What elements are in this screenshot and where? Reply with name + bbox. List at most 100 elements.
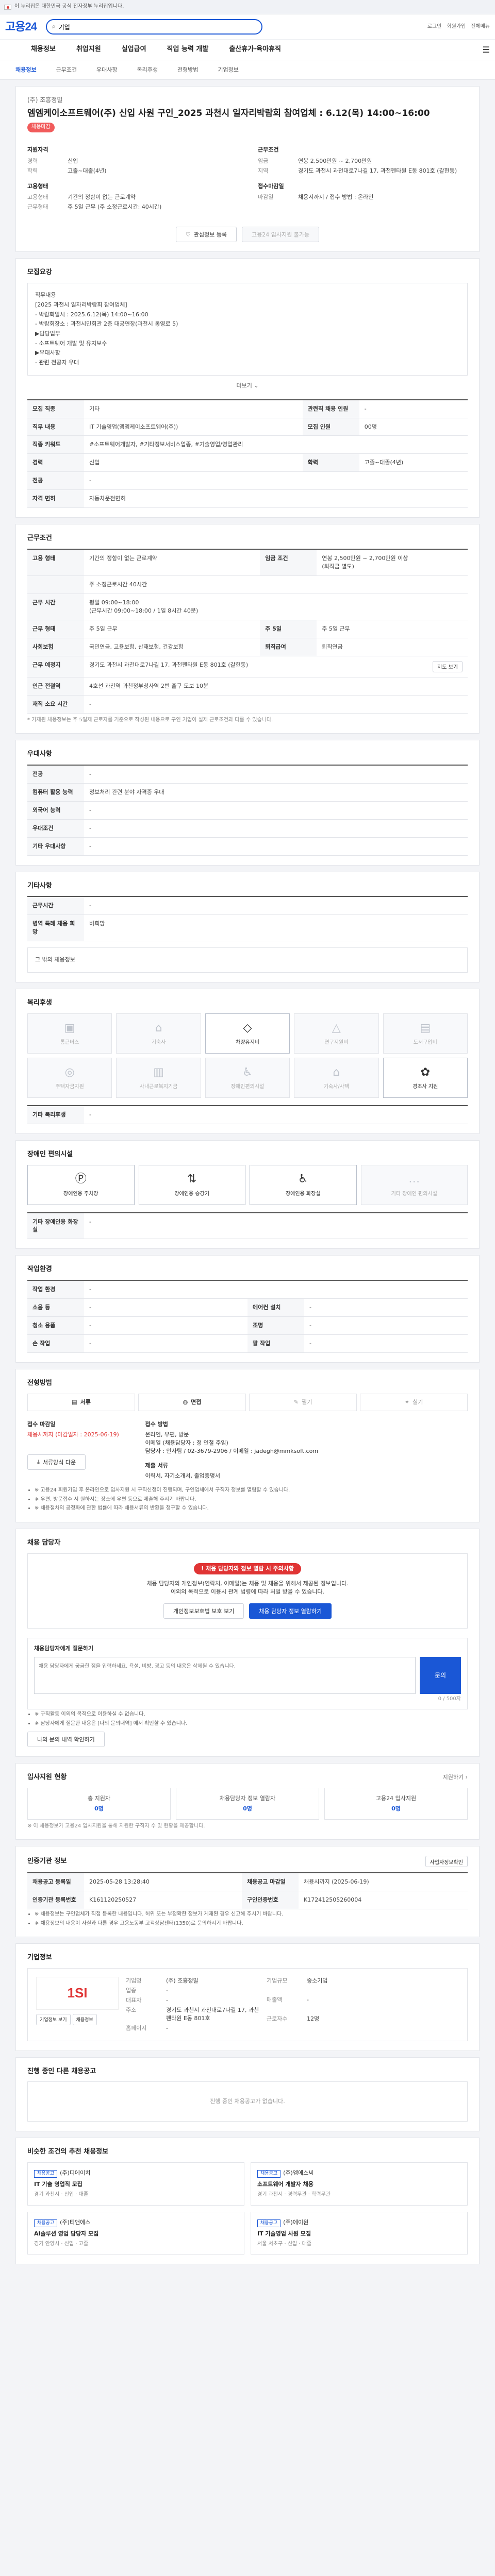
table-row: 외국어 능력 - bbox=[27, 801, 468, 820]
table-cell: 2025-05-28 13:28:40 bbox=[84, 1873, 242, 1892]
table-cell: 국민연금, 고용보험, 산재보험, 건강보험 bbox=[84, 638, 260, 656]
all-menu-link[interactable]: 전체메뉴 bbox=[471, 23, 490, 31]
table-cell: 자동차운전면허 bbox=[84, 489, 468, 509]
nav-item-employment-support[interactable]: 취업지원 bbox=[76, 45, 101, 55]
hamburger-icon[interactable]: ☰ bbox=[483, 44, 490, 56]
privacy-button[interactable]: 개인정보보호법 보호 보기 bbox=[163, 1603, 244, 1619]
login-link[interactable]: 로그인 bbox=[427, 23, 442, 31]
reco-card[interactable]: 채용공고 (주)티앤에스 AI솔루션 영업 담당자 모집 경기 안양시 · 신입 … bbox=[27, 2211, 244, 2255]
table-header-cell: 주 5일 bbox=[260, 620, 317, 638]
applicant-block: 지원자격 경력 신입 학력 고졸~대졸(4년) bbox=[27, 146, 237, 175]
kv-label: 지역 bbox=[258, 167, 269, 174]
table-header-cell: 손 작업 bbox=[27, 1334, 84, 1353]
download-icon: ⤓ bbox=[37, 1458, 40, 1465]
disabled-other-table: 기타 장애인용 화장실 - bbox=[27, 1212, 468, 1240]
kv-value: 채용시까지 / 접수 방법 : 온라인 bbox=[298, 194, 374, 201]
period-value: 채용시까지 (마감일자 : 2025-06-19) bbox=[27, 1431, 119, 1438]
signup-link[interactable]: 회원가입 bbox=[447, 23, 466, 31]
disabled-card: … 기타 장애인 편의시설 bbox=[360, 1164, 468, 1205]
gov-bar: 이 누리집은 대한민국 공식 전자정부 누리집입니다. bbox=[0, 0, 495, 14]
benefit-card: ♿ 장애인편의시설 bbox=[205, 1057, 290, 1098]
tab-company[interactable]: 기업정보 bbox=[218, 66, 238, 74]
reco-card[interactable]: 채용공고 (주)에이원 IT 기술영업 사원 모집 서울 서초구 · 신입 · 대… bbox=[251, 2211, 468, 2255]
table-header-cell: 병역 특례 채용 희망 bbox=[27, 914, 84, 942]
search-box[interactable]: ⌕ bbox=[45, 19, 262, 35]
job-title: 엠엠케이소프트웨어(주) 신입 사원 구인_2025 과천시 일자리박람회 참여… bbox=[27, 108, 430, 119]
section-title: 작업환경 bbox=[27, 1265, 52, 1274]
recruit-line: ▶담당업무 bbox=[35, 330, 60, 337]
company-logo-wrap: 1SI 기업정보 보기 채용정보 bbox=[36, 1976, 119, 2032]
recruit-line: ▶우대사항 bbox=[35, 349, 60, 357]
table-cell: 00명 bbox=[359, 418, 468, 436]
company-name[interactable]: (주) 조흥정밀 bbox=[27, 96, 468, 105]
tab-recruit[interactable]: 채용정보 bbox=[15, 66, 36, 74]
table-cell: - bbox=[84, 1334, 248, 1353]
section-title: 모집요강 bbox=[27, 268, 52, 277]
section-title: 기업정보 bbox=[27, 1954, 52, 1962]
step-written: ✎ 필기 bbox=[249, 1393, 357, 1411]
kv-value: 주 5일 근무 (주 소정근로시간: 40시간) bbox=[68, 204, 162, 211]
tab-selection[interactable]: 전형방법 bbox=[177, 66, 198, 74]
my-inquiry-button[interactable]: 나의 문의 내역 확인하기 bbox=[27, 1732, 105, 1748]
table-cell: - bbox=[84, 896, 468, 916]
recruit-info-notes: ※ 채용정보는 구인업체가 직접 등록한 내용입니다. 허위 또는 부정확한 정… bbox=[27, 1911, 468, 1927]
support-more-link[interactable]: 지원하기 › bbox=[443, 1773, 468, 1782]
table-header-cell: 채용공고 등록일 bbox=[27, 1873, 84, 1892]
selection-steps: ▤ 서류 ◍ 면접 ✎ 필기 ✦ 실기 bbox=[27, 1393, 468, 1411]
selection-notes: ※ 고용24 회원가입 후 온라인으로 입사지원 시 구직신청이 진행되며, 구… bbox=[27, 1487, 468, 1513]
company-jobs-button[interactable]: 채용정보 bbox=[72, 2013, 97, 2025]
nav-item-unemployment[interactable]: 실업급여 bbox=[122, 45, 146, 55]
table-cell: K172412505260004 bbox=[299, 1891, 468, 1910]
tab-benefits[interactable]: 복리후생 bbox=[137, 66, 157, 74]
apply-button[interactable]: 고용24 입사지원 불가능 bbox=[242, 227, 320, 243]
table-row: 인증기관 등록번호 K161120250527 구인인증번호 K17241250526… bbox=[27, 1891, 468, 1910]
kv-value: 경기도 과천시 과천대로7나길 17, 과천펜타원 E동 801호 (갈현동) bbox=[298, 167, 457, 174]
inquiry-submit-button[interactable]: 문의 bbox=[420, 1656, 461, 1694]
note-item: ※ 채용절차의 공정화에 관한 법률에 따라 채용서류의 반환을 청구할 수 있… bbox=[35, 1505, 468, 1513]
map-button[interactable]: 지도 보기 bbox=[433, 660, 463, 672]
business-check-button[interactable]: 사업자정보확인 bbox=[425, 1856, 468, 1868]
table-cell: 기간의 정함이 없는 근로계약 bbox=[84, 549, 260, 576]
table-row: 모집 직종 기타 관련직 채용 인원 - bbox=[27, 399, 468, 418]
nav-item-training[interactable]: 직업 능력 개발 bbox=[167, 45, 209, 55]
table-header-cell: 조명 bbox=[248, 1316, 304, 1335]
alert-line: 채용 담당자의 개인정보(연락처, 이메일)는 채용 및 채용을 위해서 제공된… bbox=[146, 1580, 349, 1587]
table-header-cell: 기타 우대사항 bbox=[27, 837, 84, 856]
nav-item-leave[interactable]: 출산휴가·육아휴직 bbox=[229, 45, 281, 55]
table-header-cell: 전공 bbox=[27, 471, 84, 490]
table-header-cell: 근무시간 bbox=[27, 896, 84, 916]
table-row: 근무 시간 평일 09:00~18:00 (근무시간 09:00~18:00 / … bbox=[27, 594, 468, 620]
table-cell: - bbox=[304, 1334, 468, 1353]
job-summary: (주) 조흥정밀 엠엠케이소프트웨어(주) 신입 사원 구인_2025 과천시 … bbox=[15, 86, 480, 252]
table-header-cell: 모집 인원 bbox=[302, 418, 359, 436]
step-practical: ✦ 실기 bbox=[360, 1393, 468, 1411]
table-cell: 퇴직연금 bbox=[317, 638, 468, 656]
section-title: 장애인 편의시설 bbox=[27, 1150, 73, 1158]
more-button[interactable]: 더보기 ⌄ bbox=[27, 382, 468, 390]
similar-empty: 진행 중인 채용공고가 없습니다. bbox=[27, 2081, 468, 2122]
view-contact-button[interactable]: 채용 담당자 정보 열람하기 bbox=[249, 1603, 332, 1619]
work-note: * 기재된 채용정보는 주 5일제 근로자를 기준으로 작성된 내용으로 구인 … bbox=[27, 717, 273, 723]
inquiry-input[interactable] bbox=[34, 1656, 416, 1694]
nav-item-jobs[interactable]: 채용정보 bbox=[31, 45, 56, 55]
chat-icon: ◍ bbox=[183, 1398, 188, 1405]
table-cell: 주 5일 근무 bbox=[317, 620, 468, 638]
scrap-button[interactable]: ♡ 관심정보 등록 bbox=[175, 227, 237, 243]
tab-conditions[interactable]: 근무조건 bbox=[56, 66, 76, 74]
reco-card[interactable]: 채용공고 (주)디에이치 IT 기술 영업직 모집 경기 과천시 · 신입 · 대… bbox=[27, 2162, 244, 2206]
form-download-button[interactable]: ⤓ 서류양식 다운 bbox=[27, 1454, 86, 1470]
company-info-button[interactable]: 기업정보 보기 bbox=[36, 2013, 71, 2025]
site-logo[interactable]: 고용24 bbox=[5, 19, 37, 35]
search-input[interactable] bbox=[58, 23, 256, 30]
prefer-table: 전공 - 컴퓨터 활용 능력 정보처리 관련 분야 자격증 우대 외국어 능력 - 우… bbox=[27, 764, 468, 856]
recruit-line: 직무내용 bbox=[35, 292, 56, 299]
table-cell: 경기도 과천시 과천대로7나길 17, 과천펜타원 E동 801호 (갈현동) bbox=[84, 656, 317, 677]
table-row: 주 소정근로시간 40시간 bbox=[27, 575, 468, 594]
contact-section: 채용 담당자 ! 채용 담당자와 정보 열람 시 주의사항 채용 담당자의 개인… bbox=[15, 1528, 480, 1757]
reco-card[interactable]: 채용공고 (주)엠에스씨 소프트웨어 개발자 채용 경기 과천시 · 경력무관 ·… bbox=[251, 2162, 468, 2206]
recruit-line: [2025 과천시 일자리박람회 참여업체] bbox=[35, 301, 127, 308]
kv-value: 연봉 2,500만원 ~ 2,700만원 bbox=[298, 157, 372, 164]
tab-preferences[interactable]: 우대사항 bbox=[96, 66, 117, 74]
table-row: 직무 내용 IT 기술영업(엠엠케이소프트웨어(주)) 모집 인원 00명 bbox=[27, 418, 468, 436]
work-table: 고용 형태 기간의 정함이 없는 근로계약 임금 조건 연봉 2,500만원 ~ 2,… bbox=[27, 549, 468, 714]
